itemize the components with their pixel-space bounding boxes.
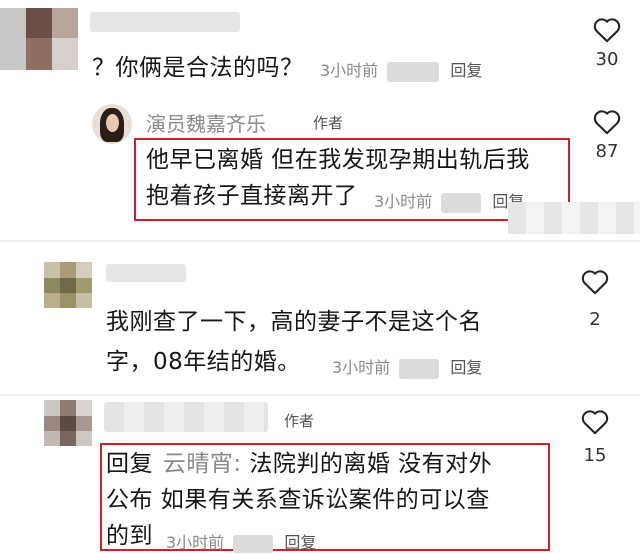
like-count: 30 [595,49,619,70]
like-button[interactable]: 2 [572,268,618,330]
author-badge: 作者 [313,114,344,132]
like-count: 2 [589,309,601,330]
reply-button[interactable]: 回复 [450,61,482,80]
like-count: 15 [583,445,607,466]
heart-outline-icon [581,410,609,435]
comment-time: 3小时前 [166,533,225,552]
blurred-region [441,192,482,213]
blurred-region [233,534,274,553]
blurred-region [387,61,440,82]
divider [0,394,640,396]
author-badge: 作者 [284,412,315,430]
like-count: 87 [595,141,619,162]
avatar[interactable] [0,8,78,70]
comment-text-line-2: 抱着孩子直接离开了 [146,183,358,209]
comment-text-line-2: 字，08年结的婚。 [106,349,301,375]
username-blurred[interactable] [104,402,268,432]
heart-outline-icon [581,270,609,295]
avatar[interactable] [92,104,132,144]
blurred-region [399,358,440,379]
username-blurred[interactable] [90,12,240,32]
comment-text-line-2: 公布 如果有关系查诉讼案件的可以查 [106,487,490,513]
comment-text-line-1: 我刚查了一下，高的妻子不是这个名 [106,309,482,335]
like-button[interactable]: 87 [584,108,630,162]
comment-text-line-1: 法院判的离婚 没有对外 [249,451,493,477]
reply-to-user[interactable]: 云晴宵: [163,451,242,477]
reply-prefix: 回复 [106,451,153,477]
heart-outline-icon [593,18,621,43]
avatar[interactable] [44,262,92,308]
avatar[interactable] [44,400,92,446]
heart-outline-icon [593,110,621,135]
reply-button[interactable]: 回复 [284,533,316,552]
divider [0,240,640,242]
comment-text: ？你俩是合法的吗？ [92,55,304,81]
comment-time: 3小时前 [374,192,433,211]
reply-button[interactable]: 回复 [450,358,482,377]
comment-time: 3小时前 [332,358,391,377]
comment-text-line-1: 他早已离婚 但在我发现孕期出轨后我 [146,147,530,173]
comment-text-line-3: 的到 [106,523,153,549]
blur-artifact [508,202,640,234]
username-blurred[interactable] [106,264,186,282]
like-button[interactable]: 15 [572,408,618,466]
like-button[interactable]: 30 [584,16,630,70]
username[interactable]: 演员魏嘉齐乐 [146,112,266,136]
comment-time: 3小时前 [320,61,379,80]
